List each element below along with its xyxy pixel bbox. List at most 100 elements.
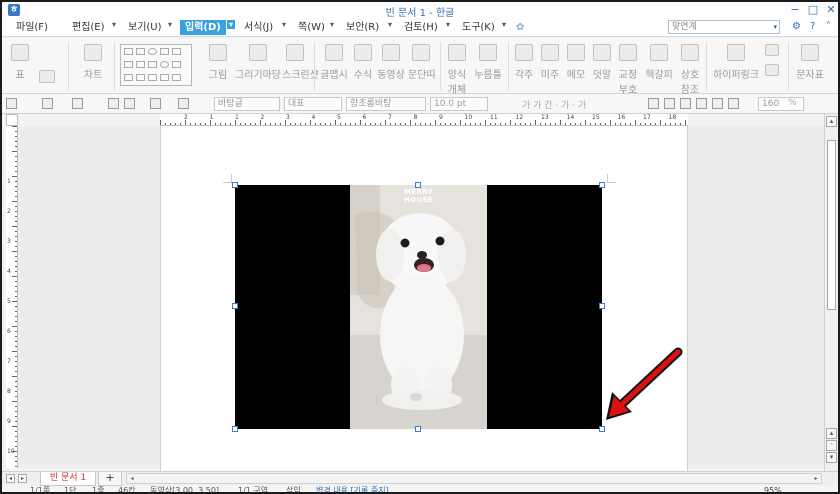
save-icon[interactable] xyxy=(72,98,83,109)
resize-handle-top[interactable] xyxy=(415,182,421,188)
page-icon[interactable]: ◦ xyxy=(826,440,837,451)
align-center-icon[interactable] xyxy=(664,98,675,109)
paragraph-band-button[interactable]: 문단띠 xyxy=(408,38,436,94)
chevron-down-icon[interactable]: ▾ xyxy=(773,21,777,33)
status-track-changes[interactable]: 변경 내용 [기록 중지] xyxy=(316,486,389,492)
menu-edit[interactable]: 편집(E) xyxy=(72,20,105,35)
shape-icon[interactable] xyxy=(160,61,169,68)
resize-handle-right[interactable] xyxy=(599,303,605,309)
distribute-icon[interactable] xyxy=(712,98,723,109)
menu-file[interactable]: 파일(F) xyxy=(16,20,48,35)
shape-icon[interactable] xyxy=(148,48,157,55)
proofreading-button[interactable]: 교정 부호 xyxy=(616,38,640,96)
table-grid-button[interactable] xyxy=(38,38,56,94)
chevron-down-icon[interactable]: ▾ xyxy=(282,20,286,29)
hyperlink-button[interactable]: 하이퍼링크 xyxy=(712,38,760,94)
dog-photo[interactable]: MERRY HOUSE xyxy=(350,185,487,429)
minimize-icon[interactable]: − xyxy=(788,3,802,16)
search-input[interactable]: 맞연계 ▾ xyxy=(668,20,780,34)
chevron-down-icon[interactable]: ▾ xyxy=(112,20,116,29)
maximize-icon[interactable]: □ xyxy=(806,3,820,16)
shape-icon[interactable] xyxy=(148,61,157,68)
cross-reference-button[interactable]: 상호 참조 xyxy=(678,38,702,96)
chevron-down-icon[interactable]: ▾ xyxy=(502,20,506,29)
shape-icon[interactable] xyxy=(124,74,133,81)
scroll-right-icon[interactable]: ▸ xyxy=(811,474,821,483)
menu-security[interactable]: 보안(R) xyxy=(346,20,379,35)
open-folder-icon[interactable] xyxy=(42,98,53,109)
chevron-down-icon[interactable]: ▾ xyxy=(330,20,334,29)
menu-page[interactable]: 쪽(W) xyxy=(298,20,325,35)
shape-icon[interactable] xyxy=(136,61,145,68)
scroll-left-icon[interactable]: ◂ xyxy=(127,474,137,483)
language-select[interactable]: 대표 xyxy=(284,97,342,111)
text-style-buttons[interactable]: 가 가 간 · 가 · 가 xyxy=(522,98,586,111)
shape-icon[interactable] xyxy=(136,48,145,55)
shape-icon[interactable] xyxy=(136,74,145,81)
resize-handle-bottom-left[interactable] xyxy=(232,426,238,432)
close-icon[interactable]: ✕ xyxy=(824,3,838,16)
vertical-ruler[interactable]: 1 2 3 4 5 6 7 8 9 10 xyxy=(6,126,18,468)
shape-icon[interactable] xyxy=(124,61,133,68)
align-right-icon[interactable] xyxy=(680,98,691,109)
print-icon[interactable] xyxy=(108,98,119,109)
tab-next-icon[interactable]: ▸ xyxy=(18,474,27,483)
shape-icon[interactable] xyxy=(148,74,157,81)
horizontal-ruler[interactable]: 2 1 1 2 3 4 5 6 7 8 9 10 11 12 13 14 15 16 17 18 xyxy=(160,114,688,126)
shape-icon[interactable] xyxy=(160,74,169,81)
shape-icon[interactable] xyxy=(124,48,133,55)
ribbon-collapse-icon[interactable]: ˄ xyxy=(826,21,831,32)
footnote-button[interactable]: 각주 xyxy=(512,38,536,94)
preview-icon[interactable] xyxy=(124,98,135,109)
chevron-down-icon[interactable]: ▾ xyxy=(388,20,392,29)
text-art-button[interactable]: 글맵시 xyxy=(320,38,348,94)
help-icon[interactable]: ? xyxy=(810,21,815,32)
shape-icon[interactable] xyxy=(160,48,169,55)
inserted-video-object[interactable]: MERRY HOUSE xyxy=(232,182,605,432)
shape-icon[interactable] xyxy=(172,61,181,68)
video-button[interactable]: 동영상 xyxy=(376,38,406,94)
shapes-gallery[interactable] xyxy=(120,44,192,86)
cloud-icon[interactable]: ✿ xyxy=(516,20,524,35)
style-select[interactable]: 바탕글 xyxy=(214,97,280,111)
chart-button[interactable]: 차트 xyxy=(80,38,106,94)
picture-button[interactable]: 그림 xyxy=(206,38,230,94)
formula-button[interactable]: 수식 xyxy=(352,38,374,94)
page-down-icon[interactable]: ▾ xyxy=(826,452,837,463)
menu-tools[interactable]: 도구(K) xyxy=(462,20,495,35)
page-up-icon[interactable]: ▴ xyxy=(826,428,837,439)
click-field-button[interactable]: 누름틀 xyxy=(472,38,504,94)
screenshot-button[interactable]: 스크린샷 xyxy=(282,38,319,94)
redo-icon[interactable] xyxy=(178,98,189,109)
scroll-up-icon[interactable]: ▴ xyxy=(826,116,837,127)
vertical-scrollbar[interactable]: ▴ ▴ ◦ ▾ xyxy=(824,114,838,472)
resize-handle-top-right[interactable] xyxy=(599,182,605,188)
menu-view[interactable]: 보기(U) xyxy=(128,20,162,35)
link-button[interactable] xyxy=(762,38,782,94)
form-object-button[interactable]: 양식 개체 xyxy=(444,38,470,96)
font-select[interactable]: 함초롬바탕 xyxy=(346,97,426,111)
bookmark-button[interactable]: 책갈피 xyxy=(642,38,676,94)
tab-document-1[interactable]: 빈 문서 1 xyxy=(40,472,96,486)
add-tab-button[interactable]: + xyxy=(98,472,122,486)
symbol-button[interactable]: 문자표 xyxy=(794,38,826,94)
table-button[interactable]: 표 xyxy=(10,38,30,94)
drawing-button[interactable]: 그리기마당 xyxy=(234,38,282,94)
shape-icon[interactable] xyxy=(172,74,181,81)
tab-prev-icon[interactable]: ◂ xyxy=(6,474,15,483)
align-justify-icon[interactable] xyxy=(696,98,707,109)
zoom-input[interactable]: 160 xyxy=(758,97,804,111)
font-size-input[interactable]: 10.0 pt xyxy=(430,97,488,111)
comment-button[interactable]: 덧말 xyxy=(590,38,614,94)
chevron-down-icon[interactable]: ▾ xyxy=(168,20,172,29)
status-zoom[interactable]: 95% xyxy=(764,486,782,492)
memo-button[interactable]: 메모 xyxy=(564,38,588,94)
ruler-corner[interactable] xyxy=(6,114,18,126)
scroll-thumb[interactable] xyxy=(827,140,836,310)
status-mode[interactable]: 삽입 xyxy=(286,486,301,492)
resize-handle-left[interactable] xyxy=(232,303,238,309)
chevron-down-icon[interactable]: ▾ xyxy=(446,20,450,29)
shape-icon[interactable] xyxy=(172,48,181,55)
align-left-icon[interactable] xyxy=(648,98,659,109)
chevron-down-icon[interactable]: ▾ xyxy=(227,20,236,29)
